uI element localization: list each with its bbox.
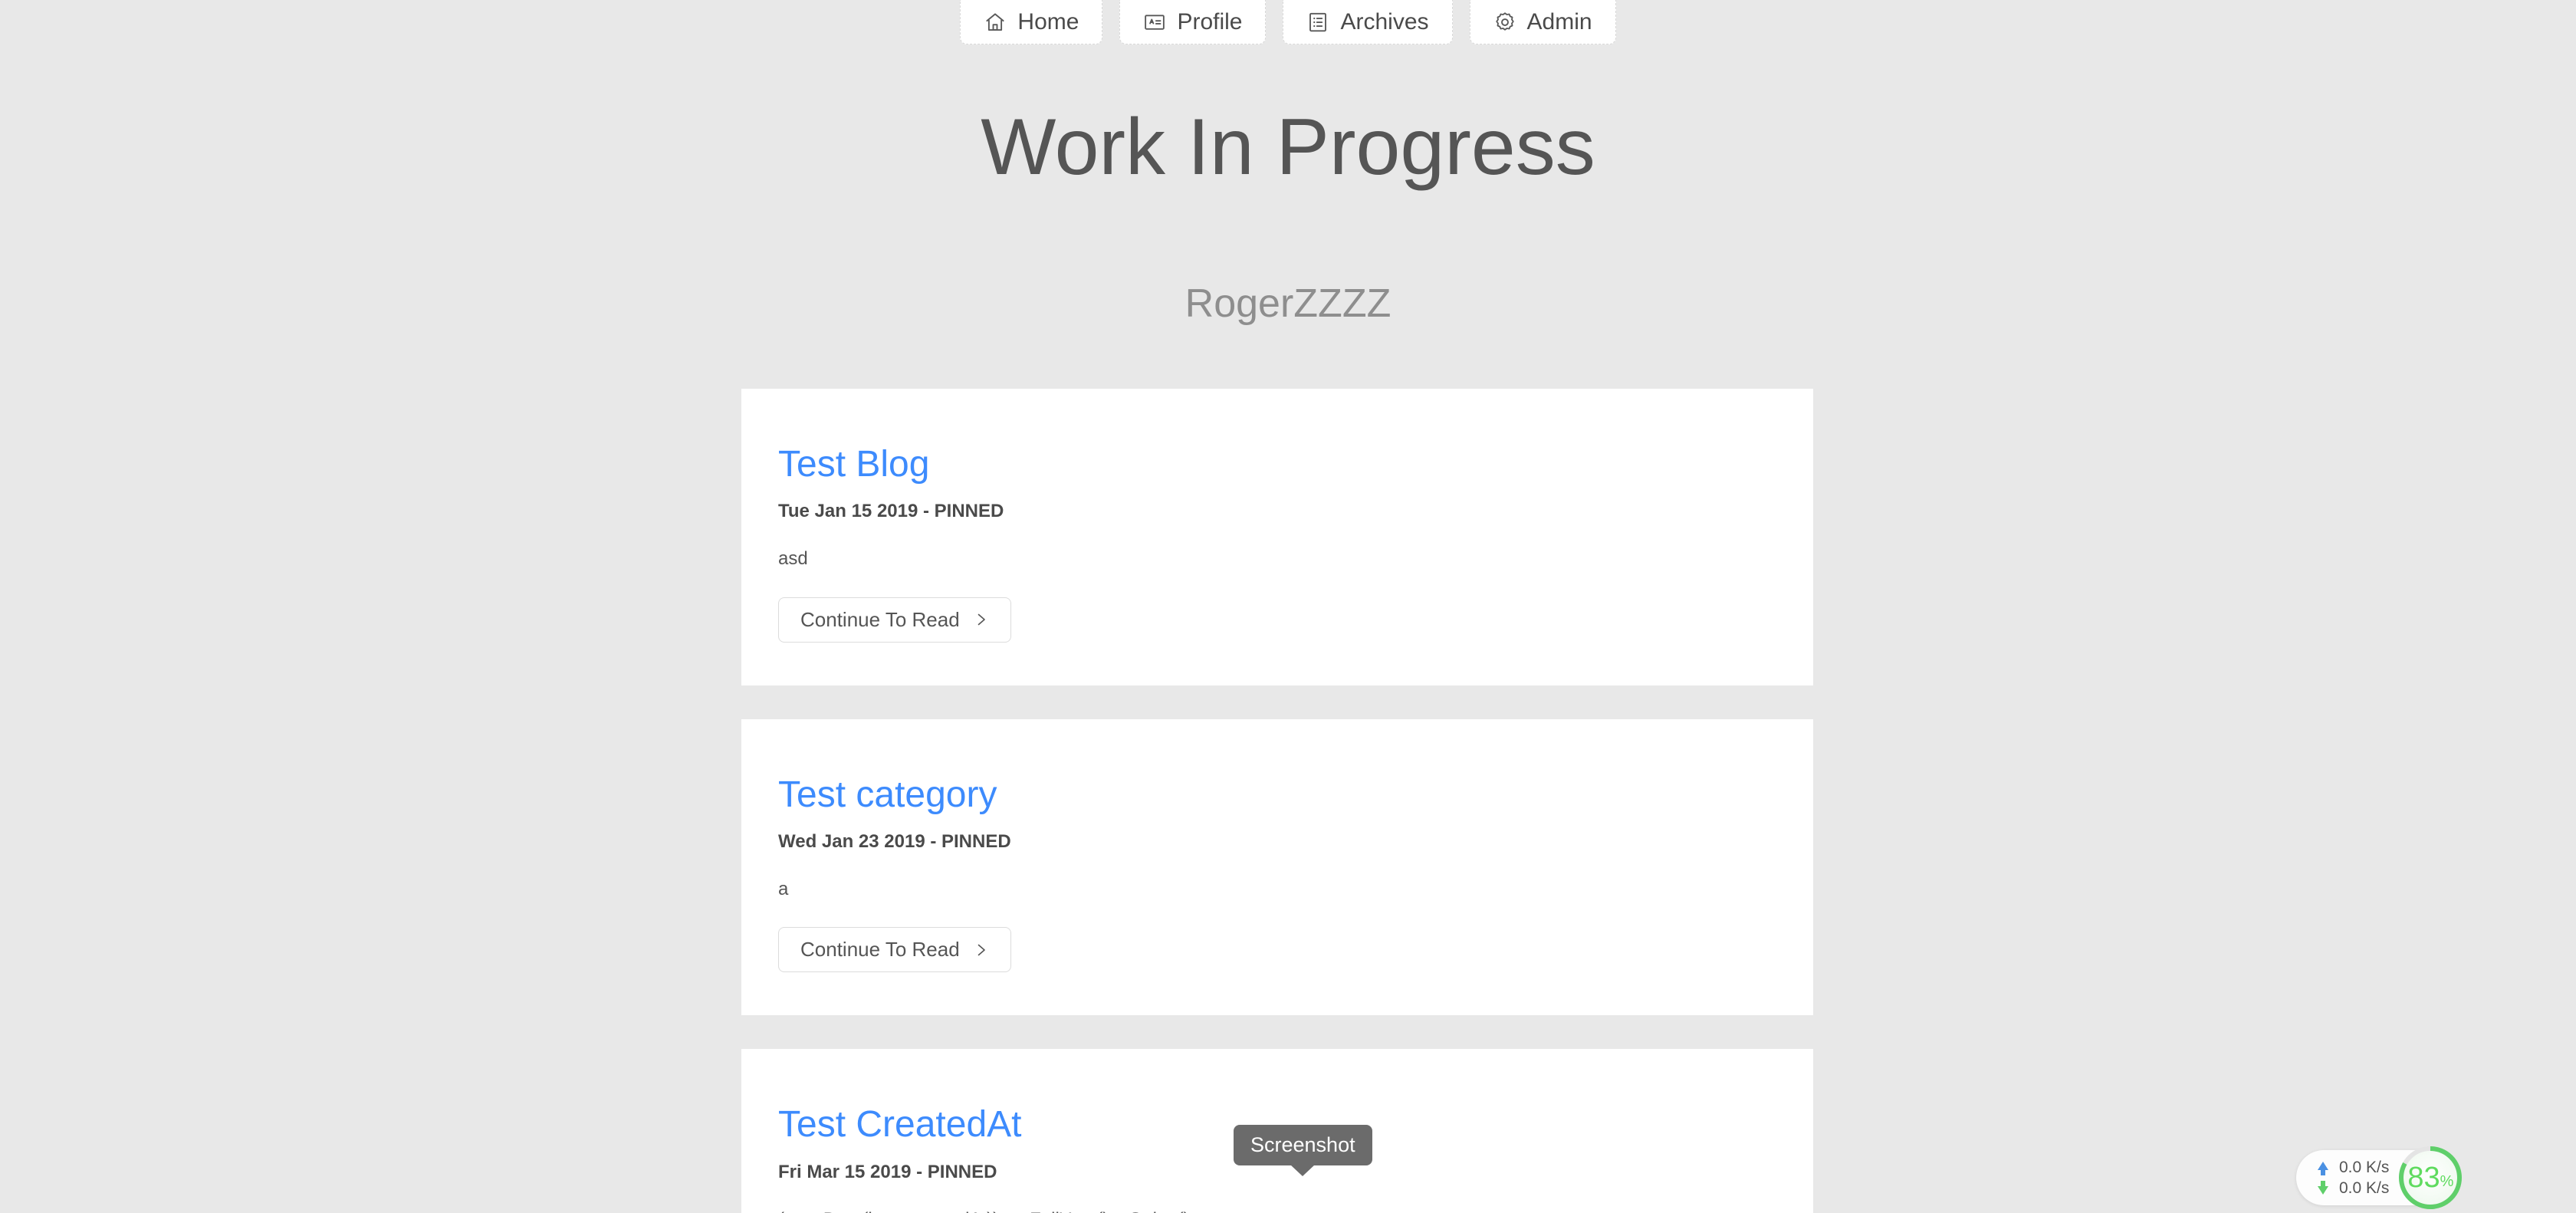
idcard-icon (1143, 11, 1166, 34)
chevron-right-icon (974, 610, 989, 629)
continue-to-read-button[interactable]: Continue To Read (778, 927, 1011, 973)
post-date: Wed Jan 23 2019 - PINNED (778, 830, 1011, 852)
post-title-link[interactable]: Test category (778, 775, 997, 814)
nav-item-home[interactable]: Home (960, 0, 1103, 44)
network-speed-widget[interactable]: 0.0 K/s 0.0 K/s 83% (2296, 1142, 2466, 1213)
upload-speed-row: 0.0 K/s (2318, 1159, 2389, 1175)
nav-item-label: Profile (1177, 8, 1243, 35)
page-title: Work In Progress (981, 103, 1595, 192)
post-excerpt: asd (778, 548, 808, 570)
nav-item-profile[interactable]: Profile (1119, 0, 1267, 44)
nav-item-label: Admin (1526, 8, 1592, 35)
post-title-link[interactable]: Test CreatedAt (778, 1105, 1021, 1144)
post-title-link[interactable]: Test Blog (778, 445, 929, 484)
screenshot-tooltip: Screenshot (1234, 1125, 1372, 1165)
chevron-right-icon (974, 941, 989, 959)
nav-item-label: Home (1017, 8, 1079, 35)
upload-arrow-icon (2318, 1161, 2328, 1175)
gauge-value: 83 (2407, 1162, 2440, 1194)
continue-to-read-label: Continue To Read (800, 938, 960, 962)
gear-icon (1493, 11, 1516, 34)
blog-post-card: Test Blog Tue Jan 15 2019 - PINNED asd C… (741, 389, 1813, 685)
continue-to-read-button[interactable]: Continue To Read (778, 597, 1011, 643)
download-speed-row: 0.0 K/s (2318, 1180, 2389, 1196)
blog-post-list: Test Blog Tue Jan 15 2019 - PINNED asd C… (741, 389, 1813, 1213)
gauge-unit: % (2440, 1173, 2454, 1190)
download-arrow-icon (2318, 1180, 2328, 1195)
nav-item-label: Archives (1340, 8, 1429, 35)
page-subtitle: RogerZZZZ (1184, 281, 1392, 326)
nav-item-admin[interactable]: Admin (1469, 0, 1616, 44)
top-navbar: Home Profile Archives Admin (0, 0, 2576, 46)
post-excerpt: (new Date(item.createdAt)).getFullYear()… (778, 1208, 1776, 1213)
continue-to-read-label: Continue To Read (800, 607, 960, 631)
blog-post-card: Test category Wed Jan 23 2019 - PINNED a… (741, 718, 1813, 1016)
download-speed-value: 0.0 K/s (2339, 1179, 2390, 1197)
post-excerpt: a (778, 878, 789, 899)
gauge-label: 83% (2395, 1142, 2466, 1213)
cpu-usage-gauge[interactable]: 83% (2395, 1142, 2466, 1213)
upload-speed-value: 0.0 K/s (2339, 1159, 2390, 1176)
home-icon (984, 11, 1007, 34)
nav-item-archives[interactable]: Archives (1283, 0, 1453, 44)
post-date: Tue Jan 15 2019 - PINNED (778, 501, 1004, 522)
list-box-icon (1306, 11, 1329, 34)
